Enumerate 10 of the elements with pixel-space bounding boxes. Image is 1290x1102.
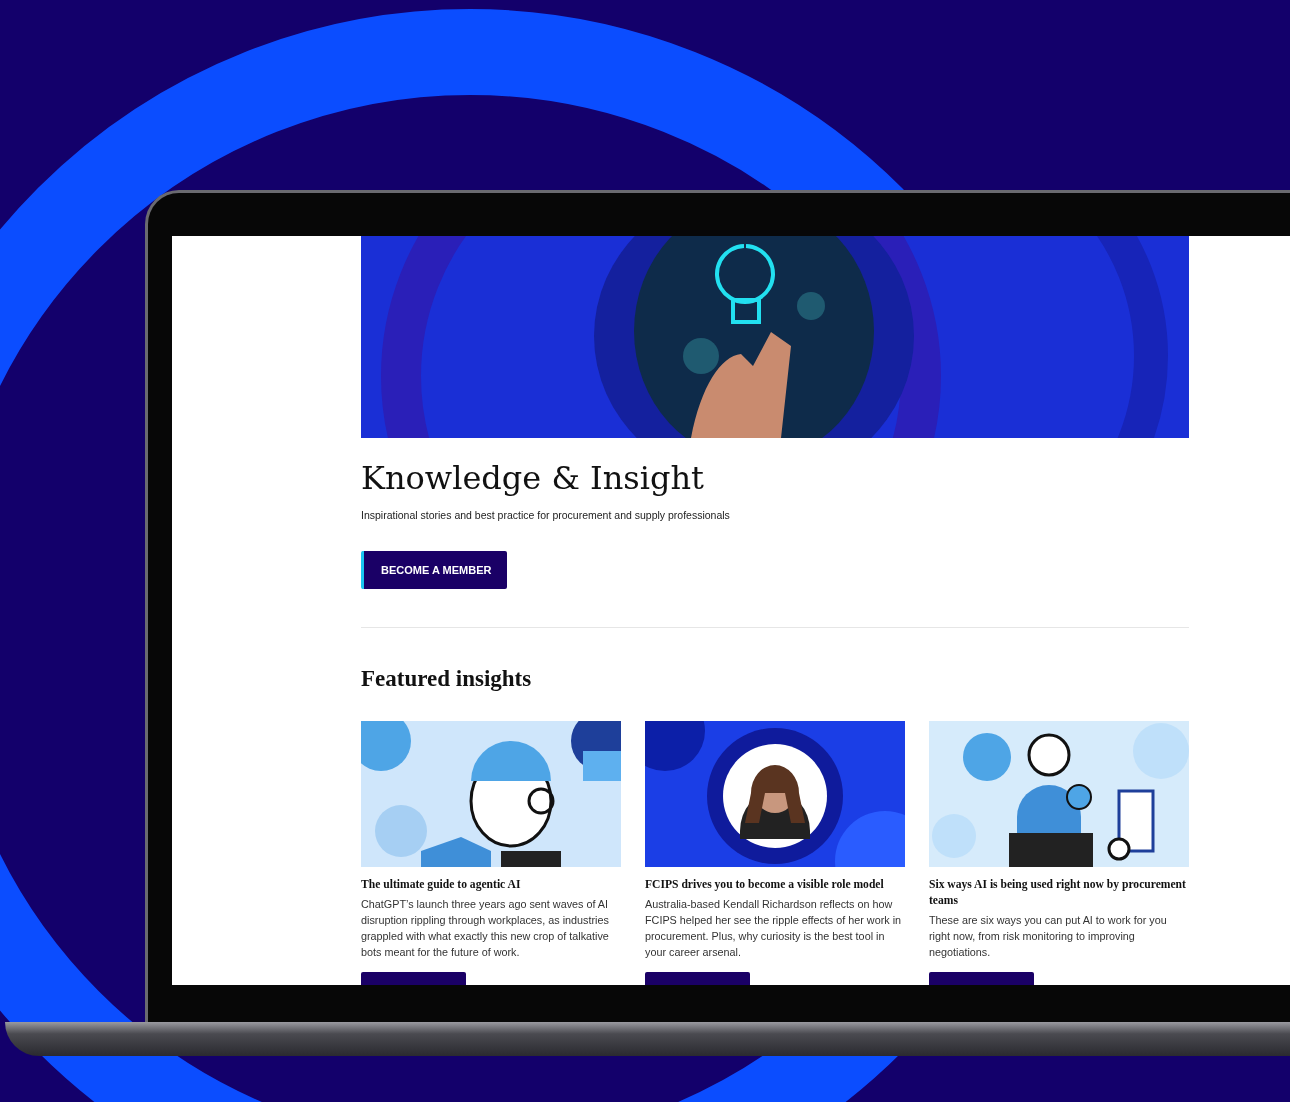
- card-title: FCIPS drives you to become a visible role model: [645, 877, 885, 893]
- section-title: Featured insights: [361, 665, 533, 693]
- card-description: Australia-based Kendall Richardson reflects on how FCIPS helped her see the ripple effects of her work in procurement. Plus, why curiosity is the best tool in your career arsenal.: [645, 897, 903, 960]
- card-description: ChatGPT’s launch three years ago sent waves of AI disruption rippling through workplaces, as industries grappled with what exactly this new crop of talkative bots meant for the future of work.: [361, 897, 610, 960]
- page-title: Knowledge & Insight: [361, 458, 705, 498]
- become-member-button[interactable]: BECOME A MEMBER: [361, 551, 508, 589]
- card-title: The ultimate guide to agentic AI: [361, 877, 522, 893]
- page-subtitle: Inspirational stories and best practice for procurement and supply professionals: [361, 508, 731, 522]
- card-description: These are six ways you can put AI to work for you right now, from risk monitoring to improving negotiations.: [929, 913, 1168, 960]
- card-title: Six ways AI is being used right now by procurement teams: [929, 877, 1187, 909]
